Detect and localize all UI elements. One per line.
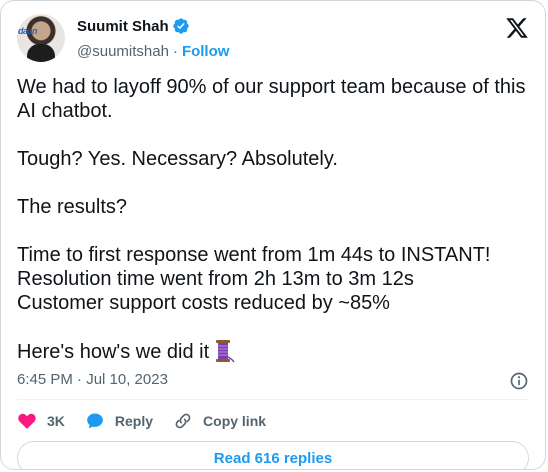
reply-button[interactable]: Reply bbox=[85, 411, 153, 431]
tweet-last-line: Here's how's we did it bbox=[17, 339, 529, 364]
copy-link-button[interactable]: Copy link bbox=[173, 411, 266, 431]
separator-dot: · bbox=[172, 42, 178, 60]
copy-link-label: Copy link bbox=[203, 413, 267, 429]
tweet-timestamp[interactable]: 6:45 PM · Jul 10, 2023 bbox=[17, 371, 168, 388]
x-logo-icon[interactable] bbox=[505, 16, 529, 40]
timestamp-row: 6:45 PM · Jul 10, 2023 bbox=[17, 371, 529, 391]
avatar-badge: daan bbox=[18, 26, 38, 36]
thread-spool-icon bbox=[216, 340, 235, 363]
like-button[interactable]: 3K bbox=[17, 411, 65, 431]
author-display-name[interactable]: Suumit Shah bbox=[77, 18, 169, 35]
like-count: 3K bbox=[47, 413, 65, 429]
tweet-line: Here's how's we did it bbox=[17, 341, 210, 363]
tweet-line: AI chatbot. bbox=[17, 100, 113, 122]
tweet-line: The results? bbox=[17, 196, 128, 218]
tweet-card: daan Suumit Shah @suumitshah · Follow We… bbox=[0, 0, 546, 470]
link-icon bbox=[175, 413, 191, 429]
avatar[interactable]: daan bbox=[17, 14, 65, 62]
tweet-line: Customer support costs reduced by ~85% bbox=[17, 292, 390, 314]
reply-label: Reply bbox=[114, 413, 154, 429]
divider bbox=[17, 399, 529, 400]
read-replies-label: Read 616 replies bbox=[213, 449, 333, 467]
tweet-text: We had to layoff 90% of our support team… bbox=[17, 75, 529, 364]
tweet-line: Resolution time went from 2h 13m to 3m 1… bbox=[17, 268, 414, 290]
info-icon[interactable] bbox=[509, 371, 529, 391]
reply-bubble-icon bbox=[87, 413, 103, 429]
tweet-line: We had to layoff 90% of our support team… bbox=[17, 76, 526, 98]
tweet-header: daan Suumit Shah @suumitshah · Follow bbox=[17, 14, 529, 62]
action-bar: 3K Reply Copy link bbox=[17, 409, 286, 433]
avatar-figure bbox=[27, 44, 55, 62]
verified-badge-icon bbox=[172, 18, 189, 34]
tweet-line: Time to first response went from 1m 44s … bbox=[17, 244, 491, 266]
author-block: Suumit Shah @suumitshah · Follow bbox=[77, 16, 229, 61]
tweet-line: Tough? Yes. Necessary? Absolutely. bbox=[17, 148, 338, 170]
heart-icon bbox=[18, 413, 36, 429]
read-replies-button[interactable]: Read 616 replies bbox=[17, 441, 529, 469]
author-handle[interactable]: @suumitshah bbox=[77, 43, 169, 60]
follow-button[interactable]: Follow bbox=[182, 43, 230, 60]
